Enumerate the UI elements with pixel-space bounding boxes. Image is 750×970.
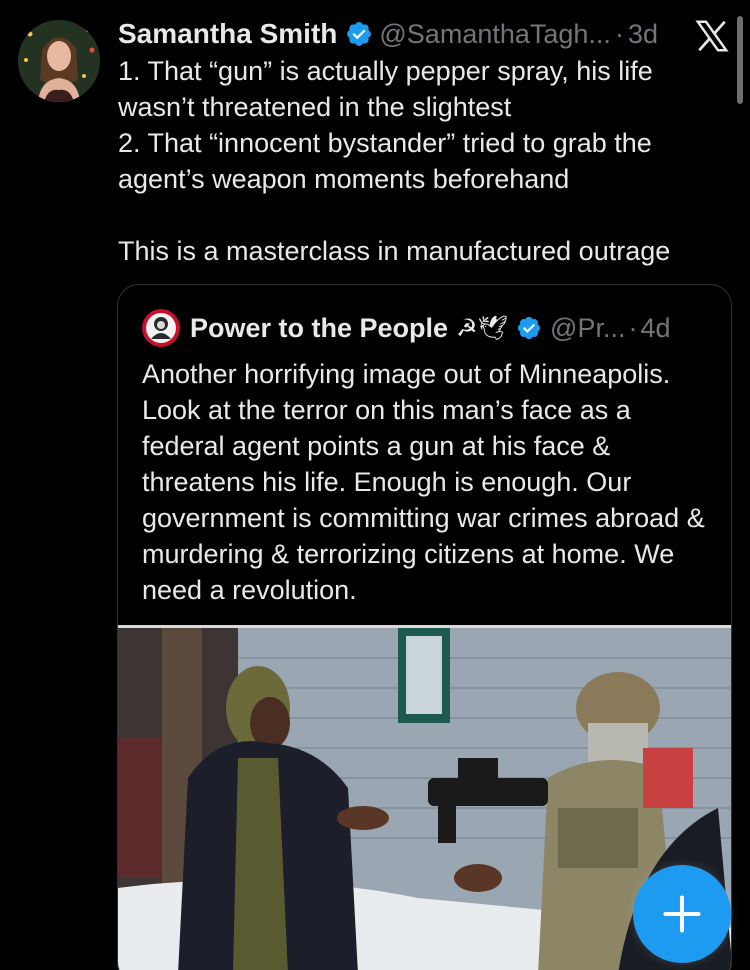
scrollbar[interactable] (737, 16, 743, 104)
quoted-tweet[interactable]: Power to the People ☭🕊 @Pr... · 4d Anoth… (117, 284, 732, 970)
x-logo-icon[interactable] (694, 18, 730, 54)
verified-badge-icon (347, 22, 372, 46)
author-avatar[interactable] (18, 20, 100, 102)
quoted-tweet-header: Power to the People ☭🕊 @Pr... · 4d (142, 309, 671, 347)
tweet-time[interactable]: 3d (628, 19, 658, 50)
quoted-author-display-name[interactable]: Power to the People (190, 313, 448, 344)
author-display-name[interactable]: Samantha Smith (118, 18, 337, 50)
quoted-tweet-time[interactable]: 4d (640, 313, 670, 344)
tweet-text: 1. That “gun” is actually pepper spray, … (118, 56, 671, 266)
plus-icon (663, 895, 701, 933)
separator: · (628, 312, 638, 343)
profile-photo-icon (18, 20, 100, 102)
quoted-author-emoji: ☭🕊 (456, 314, 509, 342)
quoted-tweet-text: Another horrifying image out of Minneapo… (142, 359, 705, 605)
verified-badge-icon (517, 316, 541, 340)
author-handle[interactable]: @SamanthaTagh... (379, 19, 611, 50)
separator: · (614, 18, 624, 49)
tweet[interactable]: Samantha Smith @SamanthaTagh... · 3d 1. … (0, 0, 750, 970)
compose-button[interactable] (633, 865, 731, 963)
marx-portrait-icon (142, 309, 180, 347)
tweet-header: Samantha Smith @SamanthaTagh... · 3d (118, 16, 658, 52)
quoted-author-handle[interactable]: @Pr... (550, 313, 625, 344)
quoted-author-avatar[interactable] (142, 309, 180, 347)
